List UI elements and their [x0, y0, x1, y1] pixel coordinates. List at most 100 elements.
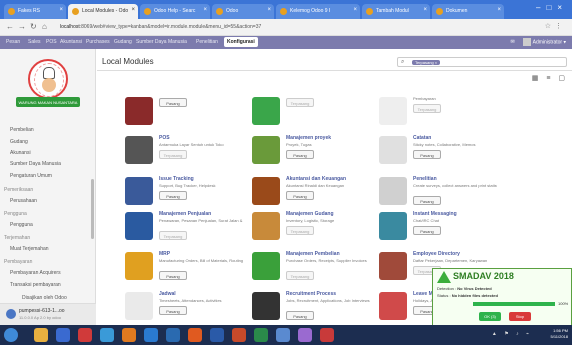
search-icon[interactable]: ⌕ [401, 59, 404, 66]
menu-item-purchases[interactable]: Purchases [86, 39, 110, 45]
install-button[interactable]: Pasang [286, 150, 314, 159]
browser-tab[interactable]: Odoo × [212, 4, 274, 19]
close-tab-icon[interactable]: × [353, 7, 357, 13]
module-card[interactable]: MRP Manufacturing Orders, Bill of Materia… [125, 249, 245, 294]
module-card[interactable]: Instant Messaging Chat/IRC Chat Pasang [379, 209, 499, 254]
module-name[interactable]: Recruitment Process [286, 291, 336, 297]
clock[interactable]: 1:56 PM 5/11/2018 [551, 328, 569, 340]
module-card[interactable]: Manajemen Pembelian Purchase Orders, Rece… [252, 249, 372, 294]
install-button[interactable]: Pasang [286, 191, 314, 200]
sidebar-item[interactable]: Pembayaran Acquirers [10, 270, 61, 276]
installed-button[interactable]: Terpasang [159, 231, 187, 240]
chat-icon[interactable]: ✉ [510, 39, 514, 45]
install-button[interactable]: Pasang [159, 191, 187, 200]
install-button[interactable]: Pasang [413, 196, 441, 205]
ok-button[interactable]: OK (3) [479, 312, 501, 321]
explorer-icon[interactable] [34, 328, 48, 342]
forward-icon[interactable]: → [18, 22, 26, 31]
module-name[interactable]: MRP [159, 251, 170, 257]
module-card[interactable]: Jadwal Timesheets, Attendances, Activitie… [125, 289, 245, 325]
module-name[interactable]: Manajemen Gudang [286, 211, 334, 217]
menu-item-pesan[interactable]: Pesan [6, 39, 20, 45]
sidebar-item[interactable]: Pembelian [10, 127, 34, 133]
menu-item-sdm[interactable]: Sumber Daya Manusia [136, 39, 187, 45]
install-button[interactable]: Pasang [159, 98, 187, 107]
install-button[interactable]: Pasang [413, 226, 441, 235]
module-name[interactable]: Manajemen Penjualan [159, 211, 211, 217]
browser-tab[interactable]: Fakes RS × [4, 4, 66, 19]
module-name[interactable]: Employee Directory [413, 251, 460, 257]
firefox-icon[interactable] [122, 328, 136, 342]
search-facet[interactable]: Terpasang × [412, 60, 441, 65]
sidebar-item[interactable]: Transaksi pembayaran [10, 282, 61, 288]
media-icon[interactable] [56, 328, 70, 342]
module-name[interactable]: Manajemen Pembelian [286, 251, 340, 257]
module-card[interactable]: Manajemen Penjualan Penawaran, Pesanan Pe… [125, 209, 245, 254]
sidebar-item[interactable]: Sumber Daya Manusia [10, 161, 61, 167]
word-icon[interactable] [210, 328, 224, 342]
edge-icon[interactable] [166, 328, 180, 342]
module-name[interactable]: Akuntansi dan Keuangan [286, 176, 346, 182]
installed-button[interactable]: Terpasang [286, 98, 314, 107]
sidebar-item[interactable]: Akunansi [10, 150, 31, 156]
opera-icon[interactable] [78, 328, 92, 342]
close-tab-icon[interactable]: × [267, 7, 271, 13]
menu-item-sales[interactable]: Sales [28, 39, 41, 45]
installed-button[interactable]: Terpasang [286, 271, 314, 280]
user-menu[interactable]: ✉ Administrator ▾ [510, 38, 566, 47]
sidebar-item[interactable]: Gudang [10, 139, 28, 145]
install-button[interactable]: Pasang [159, 271, 187, 280]
install-button[interactable]: Pasang [413, 150, 441, 159]
reload-icon[interactable]: ↻ [30, 22, 37, 31]
module-card[interactable]: Catatan Sticky notes, Collaborative, Memo… [379, 133, 499, 178]
installed-button[interactable]: Terpasang [286, 226, 314, 235]
browser-tab[interactable]: Odoo Help - Searc × [140, 4, 210, 19]
powered-by-link[interactable]: Disajikan oleh Odoo [22, 295, 67, 301]
module-card[interactable]: POS Antarmuka Layar Sentuh untuk Toko Terp… [125, 133, 245, 178]
sidebar-item[interactable]: Muat Terjemahan [10, 246, 49, 252]
powerpoint-icon[interactable] [232, 328, 246, 342]
menu-item-akuntansi[interactable]: Akuntansi [60, 39, 82, 45]
stop-button[interactable]: Stop [509, 312, 531, 321]
url-field[interactable]: localhost:8069/web#view_type=kanban&mode… [56, 22, 526, 33]
browser-tab-active[interactable]: Local Modules - Odo × [68, 4, 138, 19]
sidebar-item[interactable]: Pengguna [10, 222, 33, 228]
office-icon[interactable] [188, 328, 202, 342]
menu-item-gudang[interactable]: Gudang [114, 39, 132, 45]
search-input[interactable]: ⌕ Terpasang × [397, 57, 567, 67]
module-card[interactable]: Manajemen proyek Proyek, Tugas Pasang [252, 133, 372, 178]
close-tab-icon[interactable]: × [423, 7, 427, 13]
install-button[interactable]: Pasang [286, 311, 314, 320]
acrobat-icon[interactable] [320, 328, 334, 342]
close-tab-icon[interactable]: × [497, 7, 501, 13]
sidebar-item[interactable]: Perusahaan [10, 198, 37, 204]
kanban-view-icon[interactable]: ▦ ≡ ▢ [532, 74, 568, 82]
sidebar-scrollbar[interactable] [91, 179, 94, 239]
module-name[interactable]: Instant Messaging [413, 211, 457, 217]
module-name[interactable]: Penelitian [413, 176, 437, 182]
module-name[interactable]: Manajemen proyek [286, 135, 331, 141]
sidebar-item[interactable]: Pengaturan Umum [10, 173, 52, 179]
star-icon[interactable]: ☆⋮ [545, 22, 566, 30]
close-tab-icon[interactable]: × [203, 7, 207, 13]
excel-icon[interactable] [254, 328, 268, 342]
photos-icon[interactable] [276, 328, 290, 342]
close-tab-icon[interactable]: × [131, 7, 135, 13]
paint-icon[interactable] [298, 328, 312, 342]
module-name[interactable]: Jadwal [159, 291, 176, 297]
menu-item-pos[interactable]: POS [46, 39, 57, 45]
module-name[interactable]: Catatan [413, 135, 431, 141]
tray-icons[interactable]: ▲ ⚑ ♪ ⌁ [492, 331, 532, 337]
start-icon[interactable] [4, 328, 18, 342]
install-button[interactable]: Pasang [159, 306, 187, 315]
chrome-icon[interactable] [100, 328, 114, 342]
back-icon[interactable]: ← [6, 22, 14, 31]
module-name[interactable]: Issue Tracking [159, 176, 194, 182]
close-tab-icon[interactable]: × [59, 7, 63, 13]
module-name[interactable]: POS [159, 135, 170, 141]
browser-tab[interactable]: Dokumen × [432, 4, 504, 19]
browser-tab[interactable]: Kelemog Odoo 9 I × [276, 4, 360, 19]
window-controls[interactable]: –□× [536, 3, 568, 12]
home-icon[interactable]: ⌂ [42, 22, 47, 31]
module-card[interactable]: Manajemen Gudang Inventory, Logistic, Sto… [252, 209, 372, 254]
